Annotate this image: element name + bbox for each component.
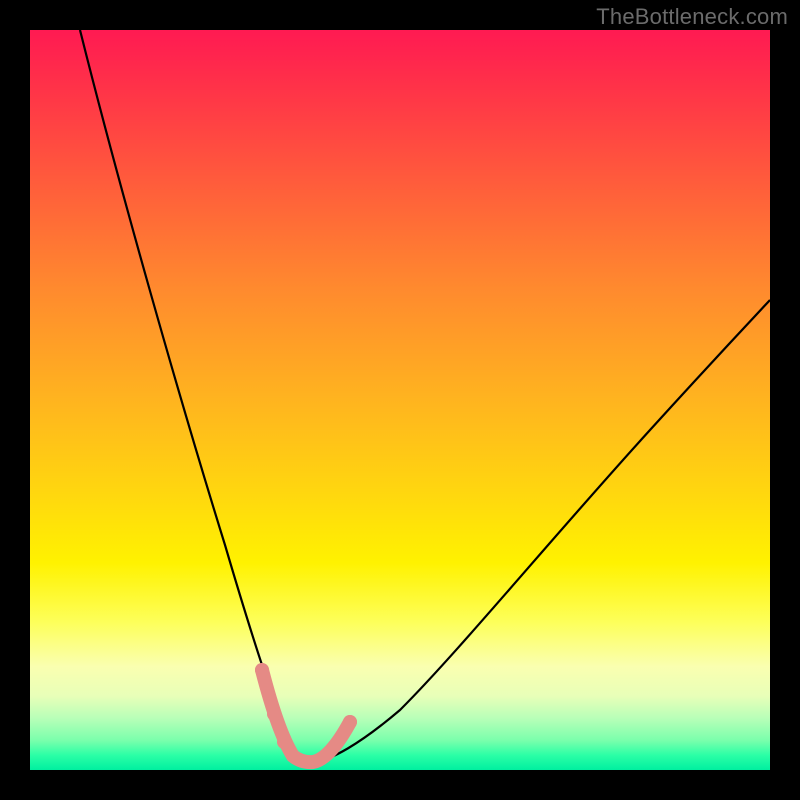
well-marker bbox=[277, 735, 291, 749]
chart-svg bbox=[30, 30, 770, 770]
well-marker bbox=[343, 715, 357, 729]
plot-area bbox=[30, 30, 770, 770]
chart-frame: TheBottleneck.com bbox=[0, 0, 800, 800]
well-marker bbox=[255, 663, 269, 677]
watermark-text: TheBottleneck.com bbox=[596, 4, 788, 30]
well-marker bbox=[267, 707, 281, 721]
main-curve bbox=[80, 30, 770, 762]
